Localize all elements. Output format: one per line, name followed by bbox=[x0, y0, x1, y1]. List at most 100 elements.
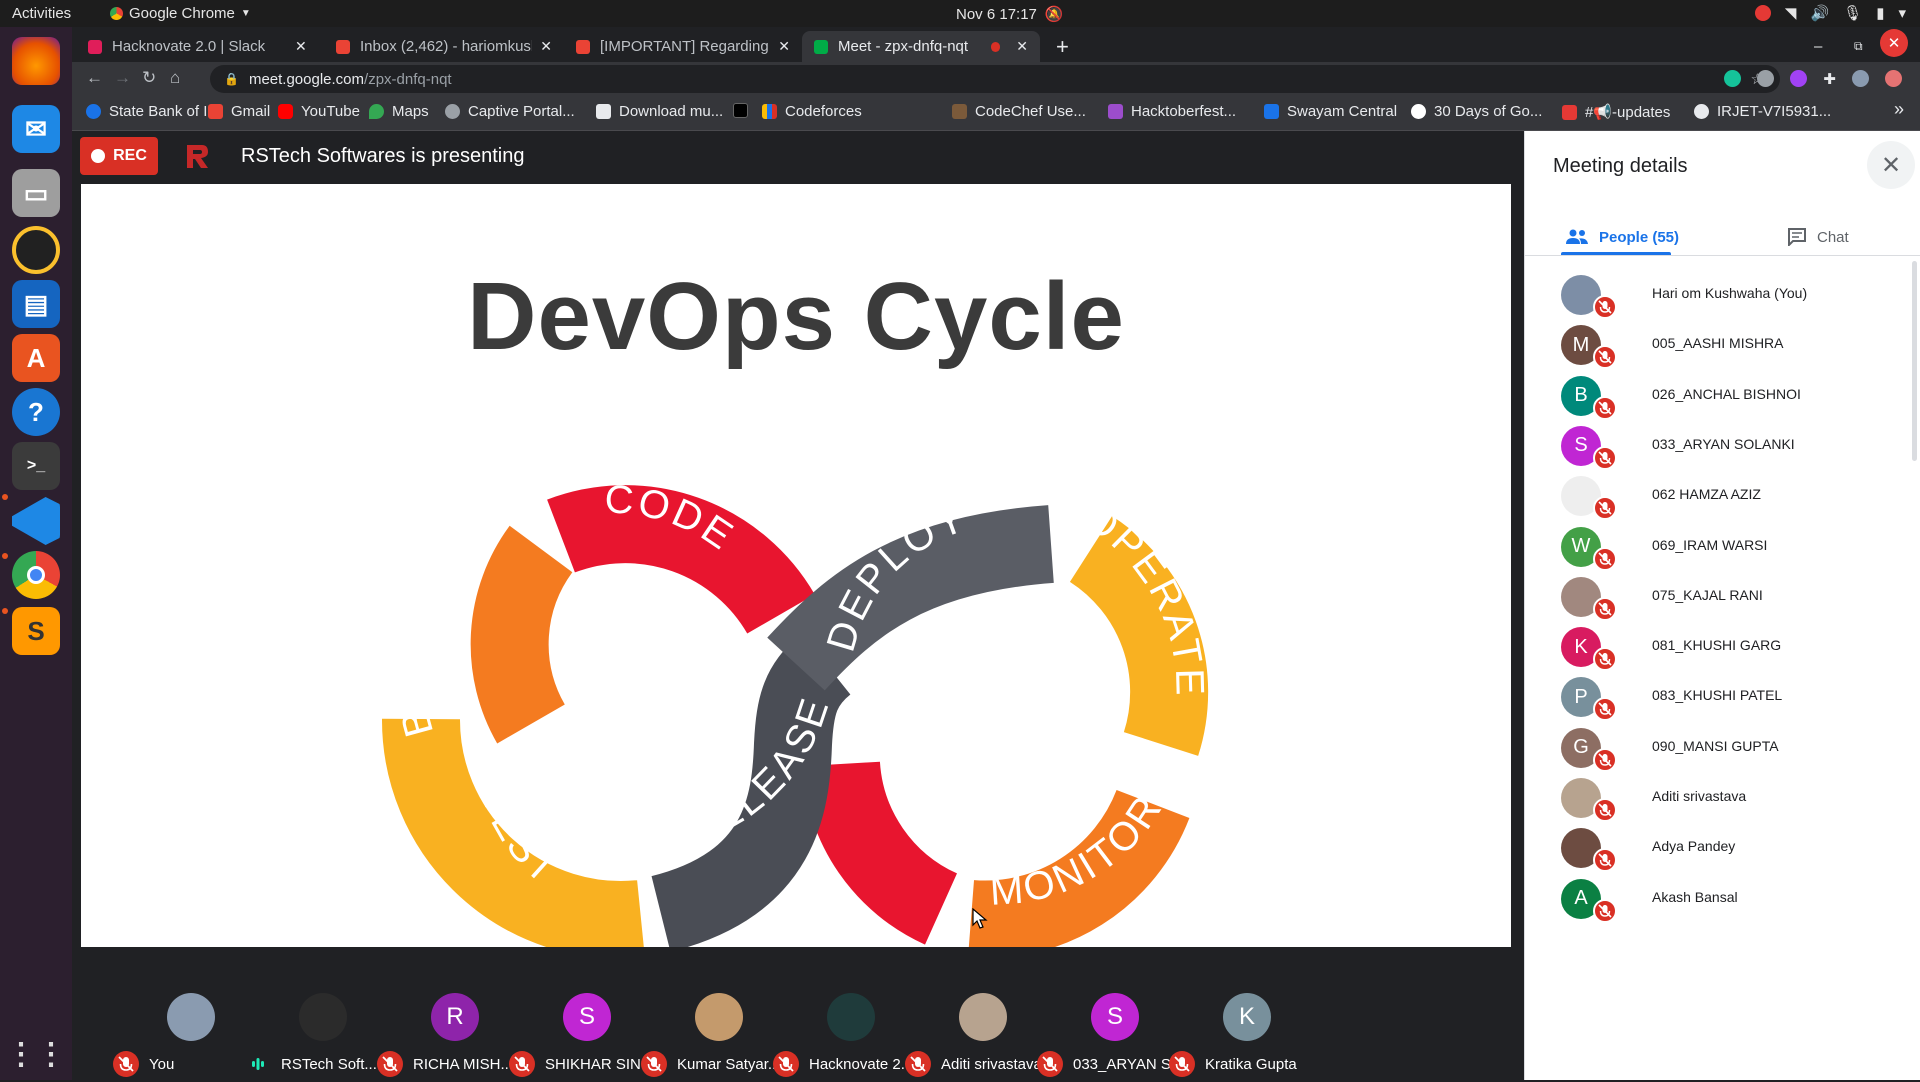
software-center-icon[interactable]: A bbox=[12, 334, 60, 382]
bookmark-item[interactable] bbox=[733, 103, 748, 118]
bookmark-item[interactable]: YouTube bbox=[278, 103, 360, 120]
firefox-icon[interactable] bbox=[12, 37, 60, 85]
close-window-button[interactable]: ✕ bbox=[1880, 29, 1908, 57]
bookmark-item[interactable]: Download mu... bbox=[596, 103, 723, 120]
url-host: meet.google.com bbox=[248, 70, 365, 88]
bookmark-item[interactable]: Swayam Central bbox=[1264, 103, 1397, 120]
chrome-dock-icon[interactable] bbox=[12, 551, 60, 599]
recording-badge[interactable]: REC bbox=[80, 137, 158, 175]
tab-inbox[interactable]: Inbox (2,462) - hariomkushwaha ✕ bbox=[324, 31, 564, 62]
meet-icon bbox=[814, 39, 828, 54]
hacktoberfest-icon bbox=[1108, 104, 1123, 119]
bookmark-item[interactable]: Gmail bbox=[208, 103, 270, 120]
minimize-button[interactable]: – bbox=[1802, 31, 1834, 62]
avatar: K bbox=[1223, 993, 1271, 1041]
address-bar[interactable]: 🔒 meet.google.com/zpx-dnfq-nqt ■ ☆ bbox=[210, 65, 1780, 93]
lock-icon: 🔒 bbox=[224, 72, 239, 86]
more-bookmarks-button[interactable]: » bbox=[1894, 99, 1904, 120]
system-tray[interactable]: ◥ 🔊 🎙 ▮ ▾ bbox=[1754, 4, 1906, 22]
dock: ✉ ▭ ▤ A ? >_ S ⋮⋮ bbox=[0, 27, 72, 1080]
tab-chat[interactable]: Chat bbox=[1787, 217, 1849, 257]
wifi-icon: ◥ bbox=[1784, 5, 1797, 22]
tab-important[interactable]: [IMPORTANT] Regarding ✕ bbox=[564, 31, 802, 62]
rhythmbox-icon[interactable] bbox=[12, 226, 60, 274]
thunderbird-icon[interactable]: ✉ bbox=[12, 105, 60, 153]
app-menu[interactable]: Google Chrome ▼ bbox=[110, 5, 251, 22]
download-icon bbox=[596, 104, 611, 119]
bookmark-item[interactable]: IRJET-V7I5931... bbox=[1694, 103, 1831, 120]
participant-tile[interactable]: K Kratika Gupta bbox=[1169, 973, 1329, 1080]
mouse-cursor-icon bbox=[972, 908, 988, 929]
new-tab-button[interactable]: + bbox=[1044, 31, 1081, 62]
forward-icon[interactable]: → bbox=[114, 68, 131, 88]
stage-label: BUILD bbox=[388, 590, 446, 741]
recording-indicator-icon bbox=[1754, 5, 1771, 21]
divider bbox=[1525, 255, 1920, 256]
test-segment bbox=[381, 718, 644, 947]
participant-name: 090_MANSI GUPTA bbox=[1652, 737, 1779, 754]
clock-text: Nov 6 17:17 bbox=[956, 5, 1037, 23]
close-icon[interactable]: ✕ bbox=[295, 38, 307, 55]
tab-meet[interactable]: Meet - zpx-dnfq-nqt ✕ bbox=[802, 31, 1040, 62]
bookmark-item[interactable]: Maps bbox=[369, 103, 429, 120]
notifications-muted-icon: 🔕 bbox=[1044, 6, 1064, 23]
activities-button[interactable]: Activities bbox=[12, 5, 71, 22]
back-icon[interactable]: ← bbox=[86, 68, 103, 88]
participant-name: Adya Pandey bbox=[1652, 838, 1736, 855]
restore-button[interactable]: ⧉ bbox=[1842, 31, 1875, 62]
tab-title: Inbox (2,462) - hariomkushwaha bbox=[360, 38, 532, 55]
profile-avatar[interactable] bbox=[1852, 70, 1869, 87]
clock[interactable]: Nov 6 17:17 🔕 bbox=[956, 5, 1064, 24]
participant-strip: You RSTech Soft... R RICHA MISH... S SHIKHAR … bbox=[72, 973, 1524, 1080]
extension-gear-icon[interactable] bbox=[1757, 70, 1775, 87]
bookmark-item[interactable]: Captive Portal... bbox=[445, 103, 575, 120]
mic-off-icon bbox=[1169, 1051, 1195, 1077]
bookmark-item[interactable]: #📢-updates bbox=[1562, 103, 1670, 121]
files-icon[interactable]: ▭ bbox=[12, 169, 60, 217]
close-panel-button[interactable]: ✕ bbox=[1867, 141, 1915, 189]
mic-off-icon bbox=[905, 1051, 931, 1077]
avatar bbox=[299, 993, 347, 1041]
tab-title: Hacknovate 2.0 | Slack bbox=[112, 38, 266, 55]
participant-name: 033_ARYAN SOLANKI bbox=[1652, 435, 1795, 452]
panel-scrollbar[interactable] bbox=[1912, 261, 1917, 461]
recording-dot-icon bbox=[990, 41, 1001, 52]
app-name: Google Chrome bbox=[129, 5, 235, 22]
close-icon[interactable]: ✕ bbox=[1016, 38, 1028, 55]
grammarly-icon[interactable] bbox=[1724, 70, 1742, 87]
bookmark-item[interactable]: Hacktoberfest... bbox=[1108, 103, 1236, 120]
bookmark-item[interactable]: 30 Days of Go... bbox=[1411, 103, 1542, 120]
writer-icon[interactable]: ▤ bbox=[12, 280, 60, 328]
reload-icon[interactable]: ↻ bbox=[142, 68, 156, 88]
close-icon[interactable]: ✕ bbox=[778, 38, 790, 55]
participant-name: Kratika Gupta bbox=[1205, 1056, 1297, 1073]
bookmark-label: Maps bbox=[392, 103, 429, 120]
show-applications-icon[interactable]: ⋮⋮ bbox=[6, 1030, 66, 1078]
extension-purple-icon[interactable] bbox=[1790, 70, 1808, 87]
chrome-menu-icon[interactable] bbox=[1885, 70, 1902, 87]
participant-name: Akash Bansal bbox=[1652, 888, 1738, 905]
close-icon: ✕ bbox=[1880, 151, 1902, 179]
bookmark-item[interactable]: State Bank of I... bbox=[86, 103, 220, 120]
close-icon[interactable]: ✕ bbox=[540, 38, 552, 55]
svg-text:BUILD: BUILD bbox=[388, 590, 449, 741]
tab-people[interactable]: People (55) bbox=[1565, 217, 1679, 257]
bookmark-label: 30 Days of Go... bbox=[1434, 103, 1543, 120]
participant-row[interactable]: A Akash Bansal bbox=[1525, 867, 1905, 929]
participant-name: Hari om Kushwaha (You) bbox=[1652, 285, 1808, 301]
help-icon[interactable]: ? bbox=[12, 388, 60, 436]
terminal-icon[interactable]: >_ bbox=[12, 442, 60, 490]
home-icon[interactable]: ⌂ bbox=[170, 68, 180, 88]
extensions-puzzle-icon[interactable]: ✚ bbox=[1823, 70, 1836, 88]
bookmark-item[interactable]: CodeChef Use... bbox=[952, 103, 1086, 120]
tab-label: Chat bbox=[1817, 228, 1849, 246]
sublime-text-icon[interactable]: S bbox=[12, 607, 60, 655]
bookmarks-bar: State Bank of I... Gmail YouTube Maps Ca… bbox=[72, 95, 1920, 131]
chat-icon bbox=[1788, 228, 1806, 246]
bookmark-item[interactable]: Codeforces bbox=[762, 103, 862, 120]
tab-title: [IMPORTANT] Regarding bbox=[600, 38, 769, 55]
presentation-slide: DevOps Cycle BUILD CODE DEPLOY OPERATE T… bbox=[81, 184, 1511, 947]
tab-slack[interactable]: Hacknovate 2.0 | Slack ✕ bbox=[76, 31, 320, 62]
meeting-details-panel: Meeting details ✕ People (55) Chat Hari … bbox=[1524, 131, 1920, 1080]
record-dot-icon bbox=[91, 149, 106, 163]
